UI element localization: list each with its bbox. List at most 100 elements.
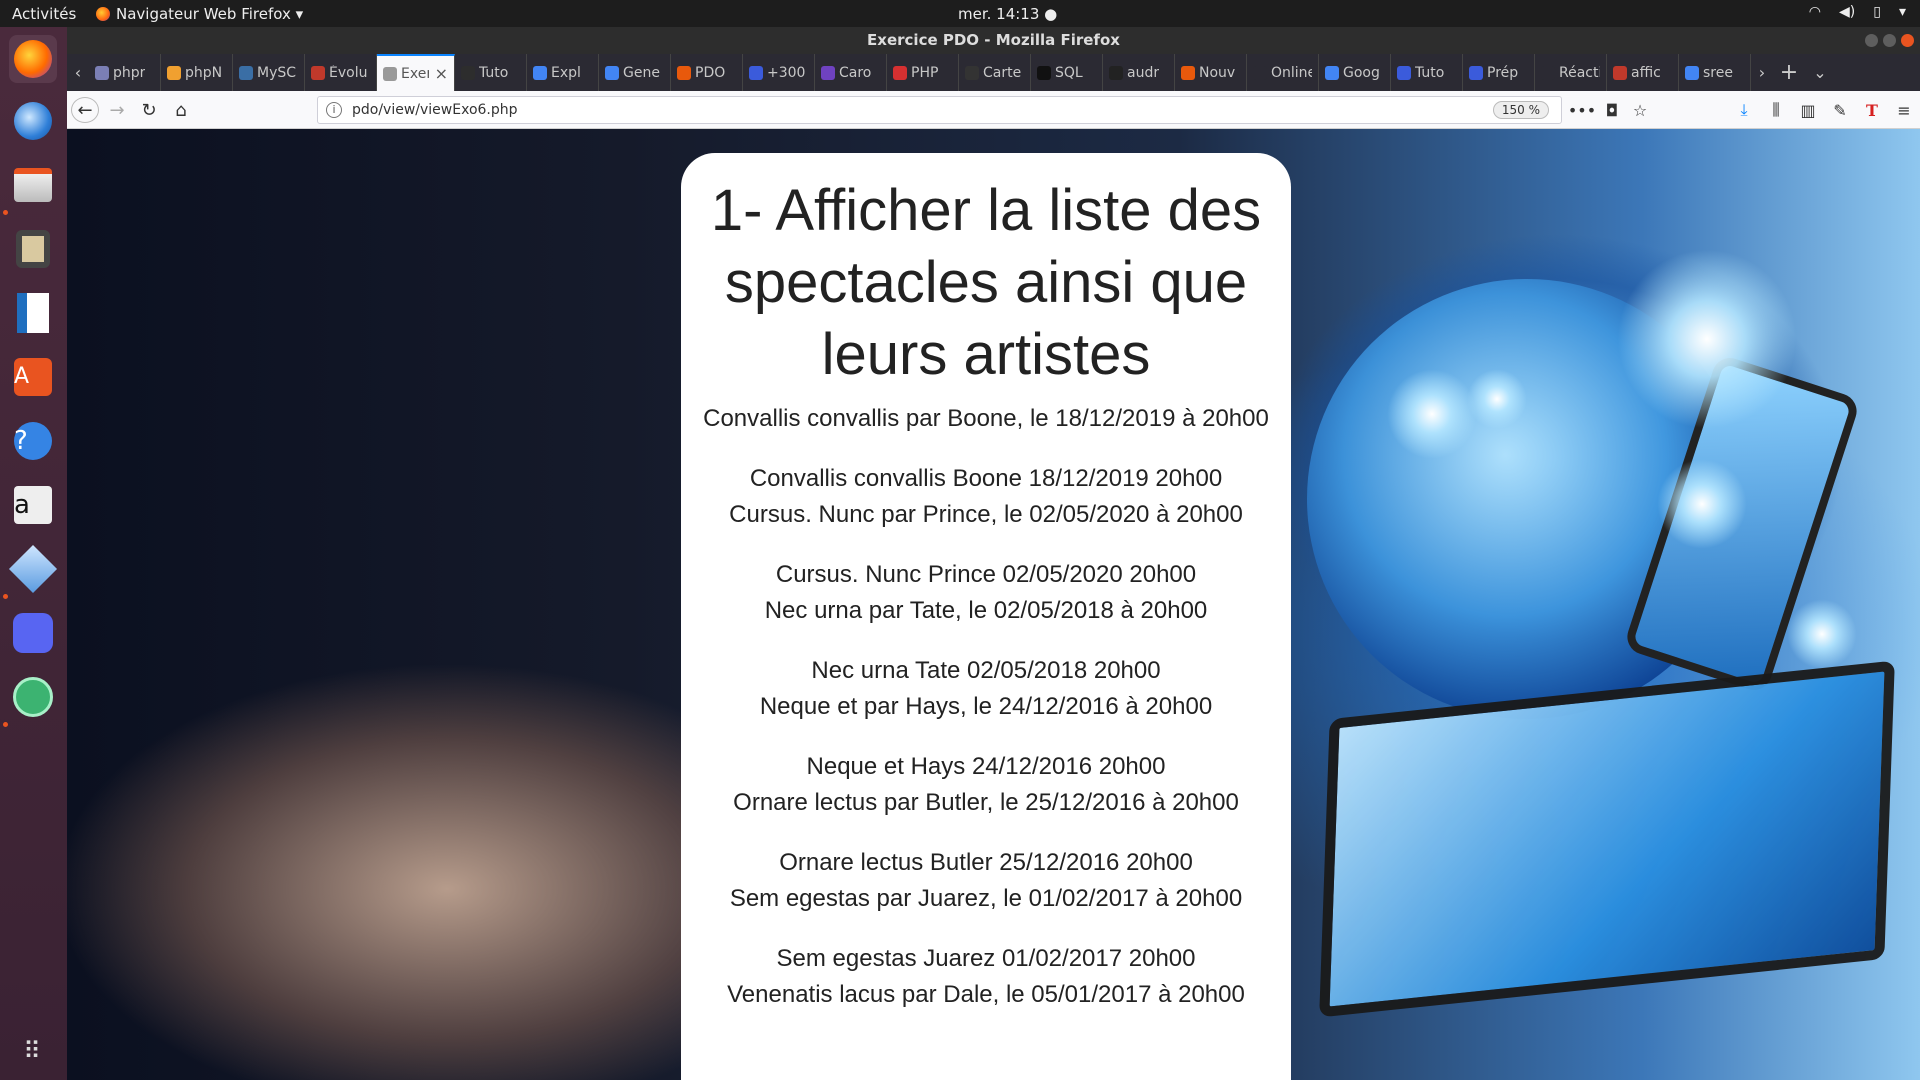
browser-tab[interactable]: +300 bbox=[743, 54, 815, 91]
spectacle-entry: Convallis convallis Boone 18/12/2019 20h… bbox=[681, 461, 1291, 533]
translate-extension-icon[interactable]: T bbox=[1859, 97, 1885, 123]
browser-tab[interactable]: Online In bbox=[1247, 54, 1319, 91]
minimize-window-icon[interactable] bbox=[1865, 34, 1878, 47]
tabs-scroll-left-icon[interactable]: ‹ bbox=[67, 54, 89, 91]
content-card: 1- Afficher la liste des spectacles ains… bbox=[681, 153, 1291, 1080]
browser-tab[interactable]: Réactio bbox=[1535, 54, 1607, 91]
spectacle-line: Convallis convallis par Boone, le 18/12/… bbox=[703, 405, 1269, 432]
tab-label: Expl bbox=[551, 64, 581, 81]
tab-favicon-icon bbox=[1685, 65, 1699, 80]
virtualbox-icon[interactable] bbox=[8, 544, 58, 594]
tab-favicon-icon bbox=[1109, 65, 1123, 80]
app-grid-icon[interactable]: ⠿ bbox=[9, 1027, 57, 1075]
browser-tab[interactable]: sree bbox=[1679, 54, 1751, 91]
browser-tab[interactable]: phpN bbox=[161, 54, 233, 91]
browser-tab[interactable]: Tuto bbox=[1391, 54, 1463, 91]
app-menu[interactable]: Navigateur Web Firefox ▾ bbox=[96, 5, 303, 23]
spectacle-line: Convallis convallis Boone 18/12/2019 20h… bbox=[749, 465, 1223, 492]
navigation-toolbar: ← → ↻ ⌂ i pdo/view/viewExo6.php 150 % ••… bbox=[67, 91, 1920, 129]
spectacle-line: Ornare lectus par Butler, le 25/12/2016 … bbox=[733, 789, 1239, 816]
zoom-indicator[interactable]: 150 % bbox=[1492, 101, 1549, 119]
tab-label: Tuto bbox=[1415, 64, 1445, 81]
tab-label: PDO bbox=[695, 64, 726, 81]
help-icon[interactable]: ? bbox=[9, 417, 57, 465]
site-info-icon[interactable]: i bbox=[326, 102, 342, 118]
background-tablet bbox=[1319, 660, 1895, 1018]
browser-tab[interactable]: affic bbox=[1607, 54, 1679, 91]
browser-tab[interactable]: Caro bbox=[815, 54, 887, 91]
tab-favicon-icon bbox=[1181, 65, 1195, 80]
wifi-icon[interactable]: ◠ bbox=[1809, 4, 1821, 20]
maximize-window-icon[interactable] bbox=[1883, 34, 1896, 47]
downloads-icon[interactable]: ⤓ bbox=[1731, 97, 1757, 123]
library-icon[interactable]: ⫼ bbox=[1763, 97, 1789, 123]
browser-tab[interactable]: SQL bbox=[1031, 54, 1103, 91]
hamburger-menu-icon[interactable]: ≡ bbox=[1891, 97, 1917, 123]
tab-label: Nouv bbox=[1199, 64, 1236, 81]
browser-tab[interactable]: PDO bbox=[671, 54, 743, 91]
url-bar[interactable]: i pdo/view/viewExo6.php 150 % bbox=[317, 96, 1562, 124]
atom-icon[interactable] bbox=[9, 673, 57, 721]
spectacle-line: Cursus. Nunc par Prince, le 02/05/2020 à… bbox=[729, 501, 1243, 528]
background-glow bbox=[1617, 249, 1797, 429]
back-button[interactable]: ← bbox=[71, 97, 99, 123]
firefox-icon[interactable] bbox=[9, 35, 57, 83]
activities-button[interactable]: Activités bbox=[12, 5, 76, 23]
background-glow bbox=[1657, 459, 1747, 549]
tab-label: affic bbox=[1631, 64, 1661, 81]
tab-favicon-icon bbox=[821, 65, 835, 80]
close-window-icon[interactable] bbox=[1901, 34, 1914, 47]
tab-favicon-icon bbox=[461, 65, 475, 80]
launcher-dock: A ? a ⠿ bbox=[0, 27, 67, 1080]
browser-tab[interactable]: Tuto bbox=[455, 54, 527, 91]
browser-tab[interactable]: Nouv bbox=[1175, 54, 1247, 91]
browser-tab[interactable]: Prép bbox=[1463, 54, 1535, 91]
close-tab-icon[interactable]: × bbox=[435, 64, 448, 83]
tab-label: Exerc bbox=[401, 65, 429, 82]
tab-favicon-icon bbox=[965, 65, 979, 80]
amazon-icon[interactable]: a bbox=[9, 481, 57, 529]
volume-icon[interactable]: ◀) bbox=[1839, 4, 1855, 20]
new-tab-button[interactable]: + bbox=[1773, 54, 1805, 91]
rhythmbox-icon[interactable] bbox=[9, 225, 57, 273]
tabs-scroll-right-icon[interactable]: › bbox=[1751, 54, 1773, 91]
files-icon[interactable] bbox=[9, 161, 57, 209]
sidebar-icon[interactable]: ▥ bbox=[1795, 97, 1821, 123]
thunderbird-icon[interactable] bbox=[9, 97, 57, 145]
browser-tab[interactable]: audr bbox=[1103, 54, 1175, 91]
eyedropper-icon[interactable]: ✎ bbox=[1827, 97, 1853, 123]
browser-tab[interactable]: MySC bbox=[233, 54, 305, 91]
discord-icon[interactable] bbox=[9, 609, 57, 657]
url-text[interactable]: pdo/view/viewExo6.php bbox=[352, 102, 518, 118]
tab-label: Online In bbox=[1271, 64, 1312, 81]
tab-label: phpr bbox=[113, 64, 146, 81]
bookmark-star-icon[interactable]: ☆ bbox=[1627, 97, 1653, 123]
writer-icon[interactable] bbox=[9, 289, 57, 337]
clock[interactable]: mer. 14:13 ● bbox=[958, 5, 1057, 23]
forward-button[interactable]: → bbox=[103, 97, 131, 123]
power-menu-icon[interactable]: ▾ bbox=[1899, 4, 1906, 20]
browser-tab[interactable]: Carte bbox=[959, 54, 1031, 91]
tab-favicon-icon bbox=[1397, 65, 1411, 80]
window-titlebar[interactable]: Exercice PDO - Mozilla Firefox bbox=[67, 27, 1920, 54]
browser-tab[interactable]: Goog bbox=[1319, 54, 1391, 91]
browser-tab[interactable]: Expl bbox=[527, 54, 599, 91]
spectacle-line: Venenatis lacus par Dale, le 05/01/2017 … bbox=[727, 981, 1245, 1008]
browser-tab[interactable]: Gene bbox=[599, 54, 671, 91]
system-tray[interactable]: ◠ ◀) ▯ ▾ bbox=[1809, 4, 1906, 20]
reload-button[interactable]: ↻ bbox=[135, 97, 163, 123]
tab-label: MySC bbox=[257, 64, 297, 81]
browser-tab[interactable]: phpr bbox=[89, 54, 161, 91]
list-all-tabs-icon[interactable]: ⌄ bbox=[1805, 54, 1835, 91]
page-actions-icon[interactable]: ••• bbox=[1568, 97, 1596, 123]
software-center-icon[interactable]: A bbox=[9, 353, 57, 401]
browser-tab[interactable]: PHP bbox=[887, 54, 959, 91]
battery-icon[interactable]: ▯ bbox=[1873, 4, 1881, 20]
tab-label: +300 bbox=[767, 64, 806, 81]
pocket-icon[interactable]: ◘ bbox=[1599, 97, 1625, 123]
browser-tab[interactable]: Exerc × bbox=[377, 54, 455, 91]
browser-tab[interactable]: Évolu bbox=[305, 54, 377, 91]
tab-favicon-icon bbox=[533, 65, 547, 80]
tab-favicon-icon bbox=[1613, 65, 1627, 80]
home-button[interactable]: ⌂ bbox=[167, 97, 195, 123]
